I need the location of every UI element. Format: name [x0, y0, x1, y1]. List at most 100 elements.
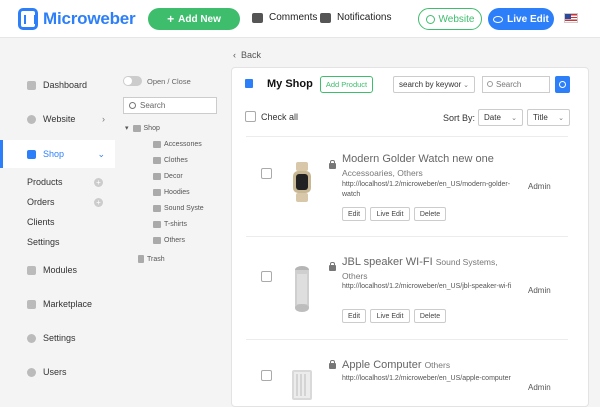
product-title[interactable]: JBL speaker WI-FI Sound Systems, Others [342, 255, 522, 283]
sidebar-item-modules[interactable]: Modules [0, 257, 115, 283]
tree-node-shop[interactable]: ▾ Shop [125, 124, 160, 132]
tree-node-category[interactable]: T-shirts [153, 221, 187, 228]
row-checkbox[interactable] [261, 271, 272, 282]
product-title[interactable]: Apple Computer Others [342, 358, 522, 372]
tree-node-category[interactable]: Hoodies [153, 189, 190, 196]
tree-node-trash[interactable]: Trash [138, 255, 165, 263]
sidebar-subitem-label: Products [27, 177, 63, 187]
check-all-checkbox[interactable] [245, 111, 256, 122]
product-url[interactable]: http://localhost/1.2/microweber/en_US/jb… [342, 282, 512, 292]
divider [246, 339, 568, 340]
sidebar-item-label: Settings [43, 333, 76, 343]
toggle-label: Open / Close [147, 76, 191, 86]
tree-node-label: Hoodies [164, 189, 190, 196]
language-flag-icon[interactable] [564, 13, 578, 23]
search-icon [129, 102, 136, 109]
product-image-speaker[interactable] [288, 264, 316, 314]
globe-icon [425, 14, 435, 24]
tree-node-label: Trash [147, 255, 165, 263]
search-icon [487, 81, 493, 87]
chevron-down-icon: ⌄ [511, 115, 517, 122]
delete-button[interactable]: Delete [414, 207, 446, 221]
product-url[interactable]: http://localhost/1.2/microweber/en_US/ap… [342, 374, 512, 384]
lock-icon [329, 262, 336, 271]
live-edit-button[interactable]: Live Edit [488, 8, 554, 30]
check-all[interactable]: Check all [245, 111, 298, 122]
tree-node-category[interactable]: Accessories [153, 141, 204, 148]
edit-button[interactable]: Edit [342, 207, 366, 221]
product-image-computer[interactable] [288, 368, 316, 400]
tree-node-category[interactable]: Clothes [153, 157, 188, 164]
sidebar-subitem-clients[interactable]: Clients [27, 217, 103, 227]
add-order-plus-icon[interactable]: + [94, 197, 103, 207]
marketplace-icon [27, 299, 36, 309]
product-image-watch[interactable] [288, 162, 316, 202]
notifications-label: Notifications [337, 12, 392, 23]
dashboard-icon [27, 80, 36, 90]
sort-date-select[interactable]: Date ⌄ [478, 109, 523, 126]
page-title: My Shop [267, 78, 313, 90]
product-title[interactable]: Modern Golder Watch new one Accessoaries… [342, 152, 522, 180]
tree-node-category[interactable]: Sound Systems [153, 205, 204, 212]
search-submit-button[interactable] [555, 76, 570, 93]
sidebar-item-users[interactable]: Users [0, 359, 115, 385]
tree-search-input[interactable]: Search [123, 97, 217, 114]
sidebar-item-settings[interactable]: Settings [0, 325, 115, 351]
gear-icon [27, 333, 36, 343]
back-link[interactable]: ‹ Back [233, 50, 261, 60]
sort-title-select[interactable]: Title ⌄ [527, 109, 570, 126]
sidebar-item-shop[interactable]: Shop ⌄ [0, 140, 115, 168]
plus-icon: + [167, 12, 175, 26]
add-product-button[interactable]: Add Product [320, 76, 373, 93]
search-input[interactable]: Search [482, 76, 550, 93]
row-checkbox[interactable] [261, 370, 272, 381]
sort-by-label: Sort By: [443, 113, 476, 123]
check-all-label: Check all [261, 111, 299, 122]
tree-node-label: Clothes [164, 157, 188, 164]
add-product-plus-icon[interactable]: + [94, 177, 103, 187]
chevron-down-icon: ⌄ [463, 82, 469, 89]
logo[interactable]: Microweber [18, 8, 136, 30]
sidebar-item-label: Shop [43, 149, 65, 159]
sidebar-item-website[interactable]: Website › [0, 106, 115, 132]
sidebar-item-dashboard[interactable]: Dashboard [0, 72, 115, 98]
comments-link[interactable]: Comments [252, 12, 317, 23]
notifications-link[interactable]: Notifications [320, 12, 391, 23]
row-checkbox[interactable] [261, 168, 272, 179]
product-author: Admin [528, 383, 551, 392]
delete-button[interactable]: Delete [414, 309, 446, 323]
folder-icon [153, 141, 161, 148]
sidebar-item-label: Users [43, 367, 67, 377]
product-url[interactable]: http://localhost/1.2/microweber/en_US/mo… [342, 180, 512, 200]
product-categories: Accessoaries, Others [342, 168, 423, 178]
website-button[interactable]: Website [418, 8, 482, 30]
tree-node-label: Others [164, 237, 186, 244]
tree-node-category[interactable]: Others [153, 237, 185, 244]
live-edit-product-button[interactable]: Live Edit [370, 309, 410, 323]
product-title-text: Modern Golder Watch new one [342, 153, 494, 165]
divider [246, 236, 568, 237]
notification-icon [320, 12, 331, 23]
search-by-select[interactable]: search by keywor ⌄ [393, 76, 475, 93]
top-bar: Microweber + Add New Comments Notificati… [0, 0, 600, 38]
tree-node-category[interactable]: Decor [153, 173, 183, 180]
tree-toggle[interactable]: Open / Close [123, 76, 191, 86]
sidebar-subitem-orders[interactable]: Orders + [27, 197, 103, 207]
sidebar-item-marketplace[interactable]: Marketplace [0, 291, 115, 317]
sidebar-subitem-settings[interactable]: Settings [27, 237, 103, 247]
sidebar-item-label: Marketplace [43, 299, 93, 309]
tree-node-label: T-shirts [164, 221, 187, 228]
sidebar-subitem-products[interactable]: Products + [27, 177, 103, 187]
edit-button[interactable]: Edit [342, 309, 366, 323]
search-placeholder: Search [496, 80, 522, 89]
sidebar-item-label: Website [43, 114, 76, 124]
brand-name: Microweber [43, 9, 136, 28]
caret-down-icon: ▾ [125, 125, 129, 132]
back-label: Back [241, 50, 262, 60]
add-new-button[interactable]: + Add New [148, 8, 240, 30]
toggle-switch[interactable] [123, 76, 142, 86]
tree-node-label: Shop [143, 124, 160, 132]
shop-icon [132, 124, 141, 132]
sidebar-item-label: Dashboard [43, 80, 88, 90]
live-edit-product-button[interactable]: Live Edit [370, 207, 410, 221]
